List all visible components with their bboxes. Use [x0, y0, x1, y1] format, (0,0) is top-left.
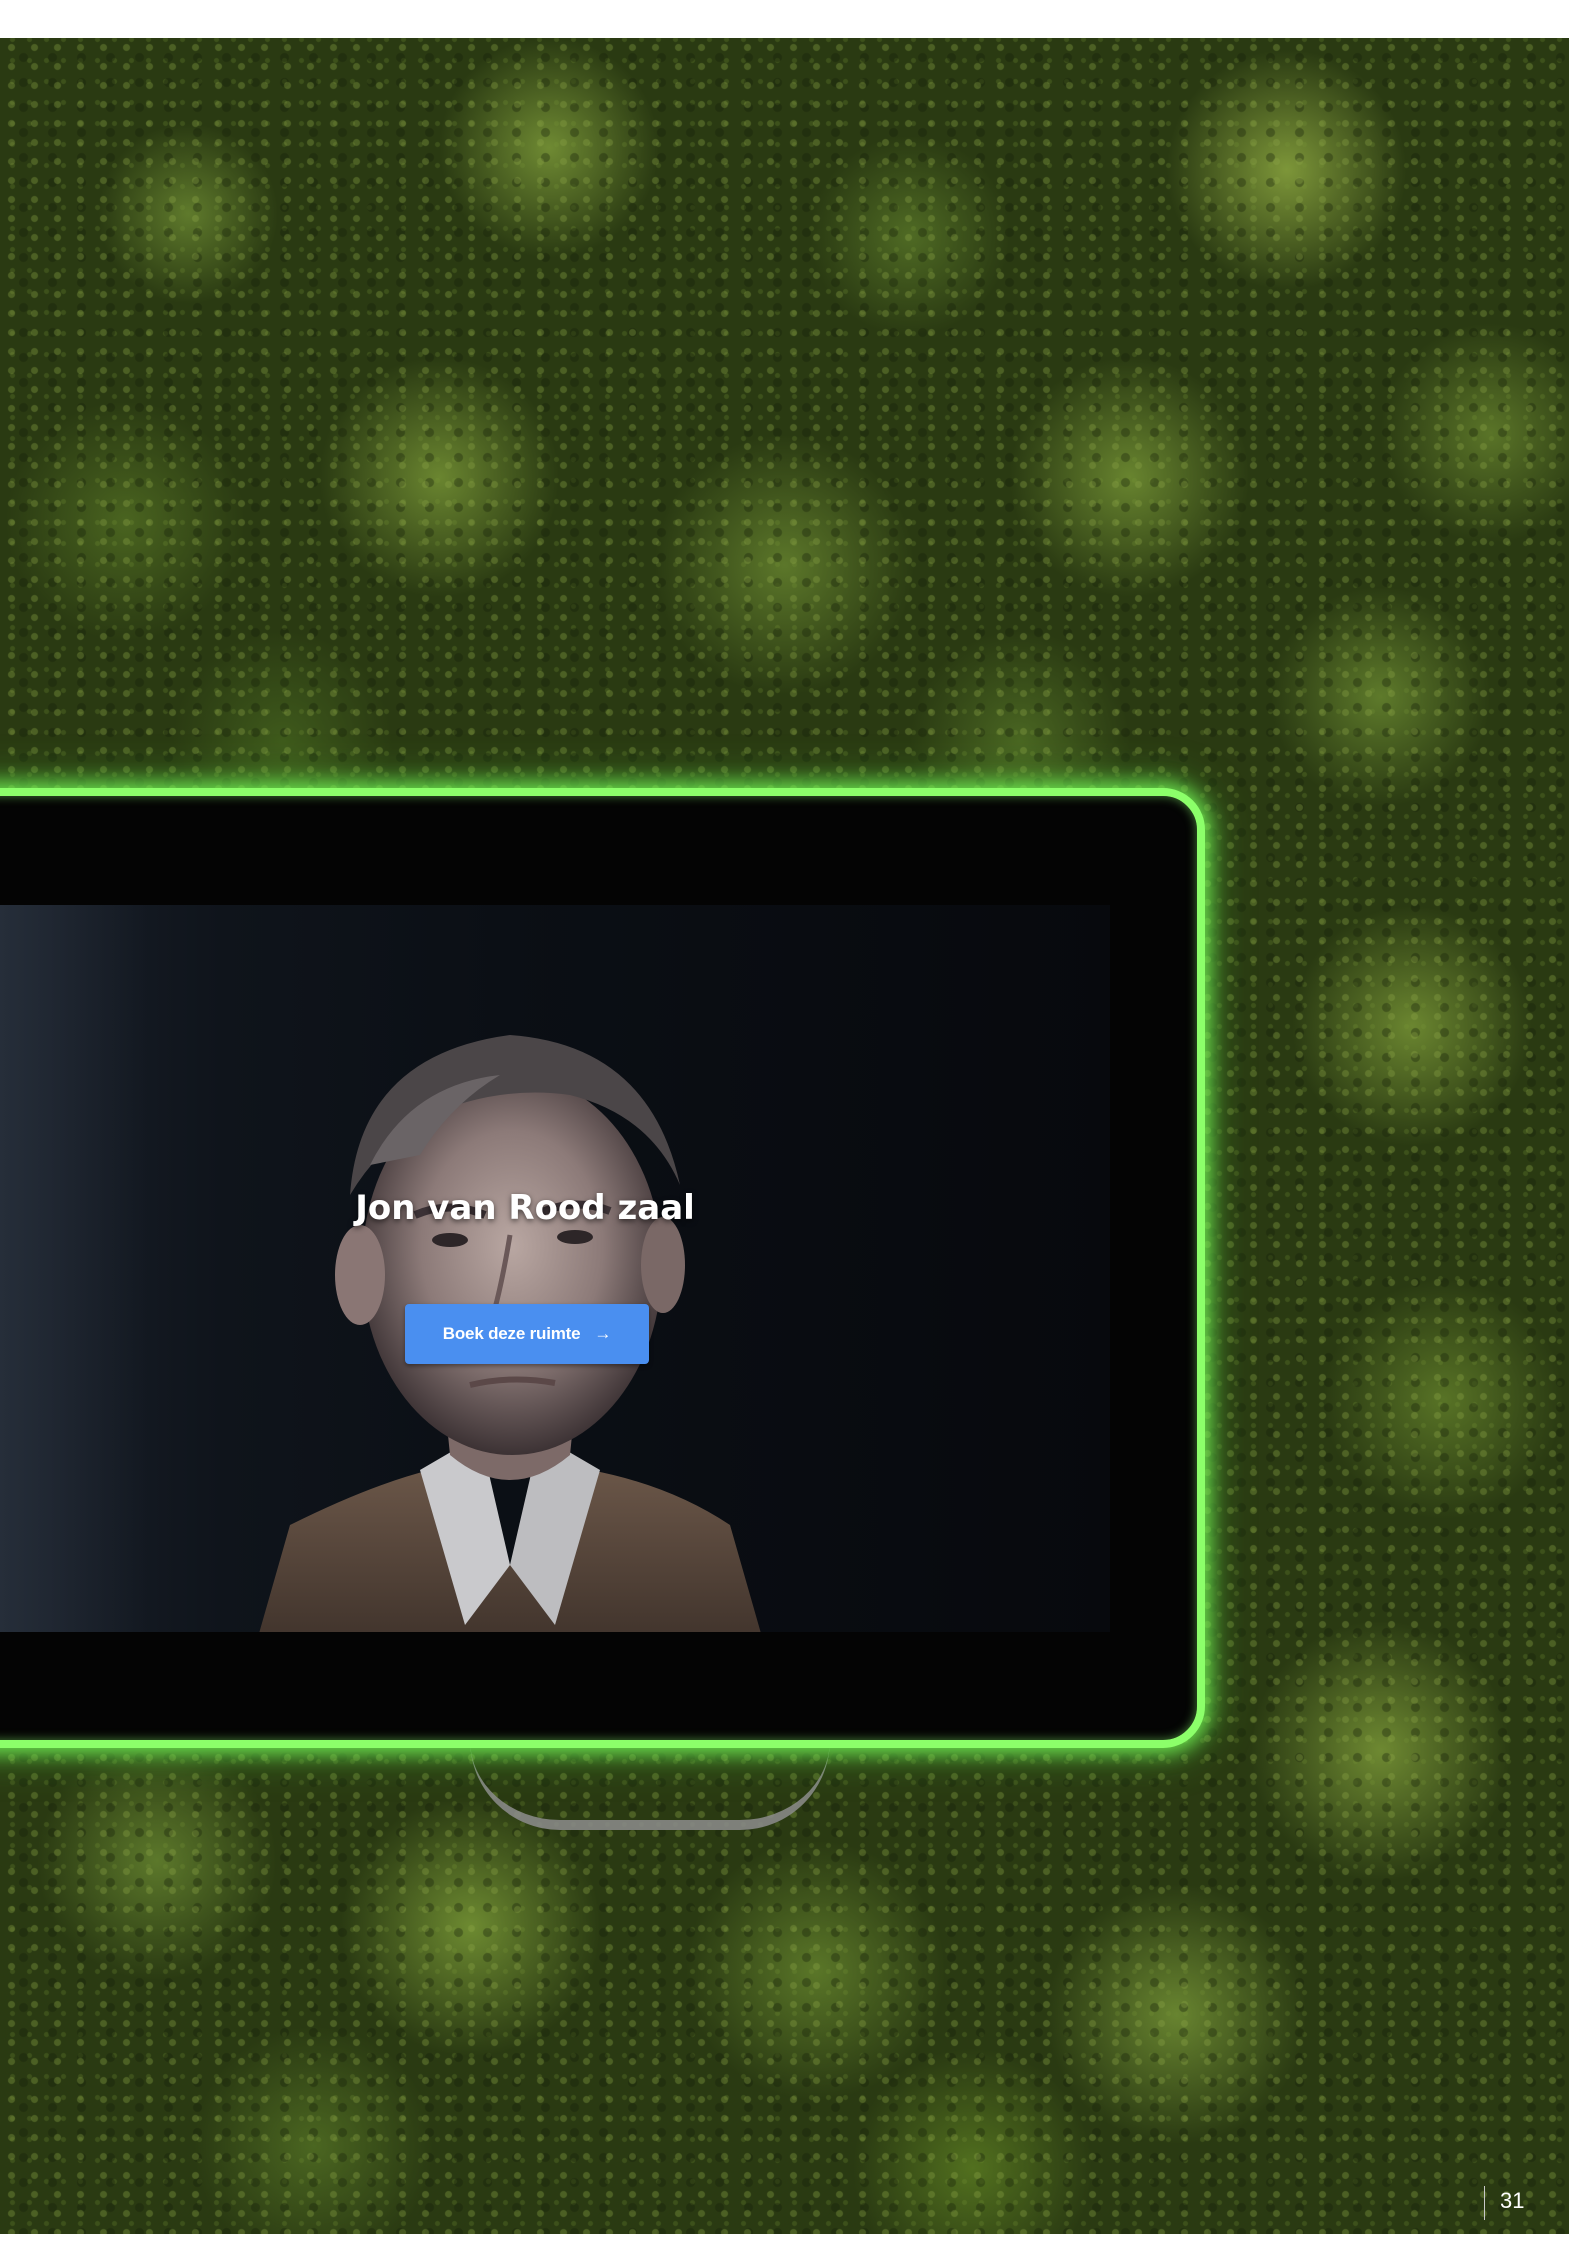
book-room-button[interactable]: Boek deze ruimte → — [405, 1304, 649, 1364]
page-number-divider — [1484, 2186, 1485, 2220]
tablet-screen: Jon van Rood zaal Boek deze ruimte → — [0, 905, 1110, 1632]
page-number: 31 — [1500, 2188, 1525, 2213]
room-title: Jon van Rood zaal — [355, 1188, 695, 1228]
book-button-label: Boek deze ruimte — [442, 1324, 581, 1343]
portrait-photo — [259, 1035, 761, 1632]
screen-shade — [0, 905, 150, 1632]
tablet-stand — [470, 1740, 830, 1830]
arrow-right-icon: → — [594, 1324, 612, 1343]
